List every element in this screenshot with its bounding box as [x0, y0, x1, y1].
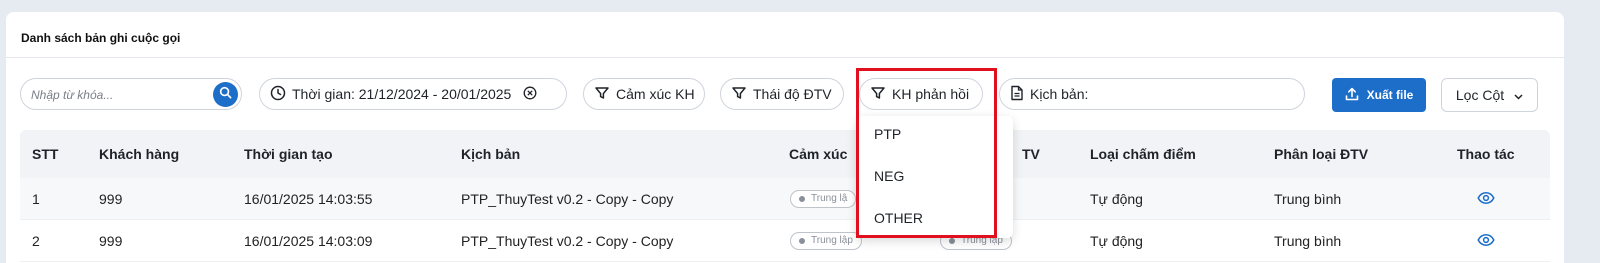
- script-filter-label: Kịch bản:: [1030, 86, 1089, 102]
- view-icon[interactable]: [1477, 233, 1495, 252]
- cell-customer: 999: [99, 191, 123, 207]
- table-row: 1 999 16/01/2025 14:03:55 PTP_ThuyTest v…: [20, 178, 1550, 220]
- call-records-card: Danh sách bản ghi cuộc gọi Thời gian: 21…: [6, 12, 1564, 263]
- header-stt: STT: [32, 146, 59, 162]
- filter-icon: [594, 85, 616, 104]
- divider: [6, 57, 1564, 58]
- view-icon[interactable]: [1477, 191, 1495, 210]
- chevron-down-icon: [1504, 87, 1523, 103]
- header-script: Kịch bản: [461, 146, 521, 162]
- header-scoring-type: Loại chấm điểm: [1090, 146, 1196, 162]
- export-file-label: Xuất file: [1366, 88, 1414, 102]
- search-icon: [219, 86, 232, 104]
- time-range-label: Thời gian: 21/12/2024 - 20/01/2025: [292, 86, 512, 102]
- search-button[interactable]: [213, 82, 238, 107]
- cell-stt: 1: [32, 191, 40, 207]
- header-emotion: Cảm xúc: [789, 146, 848, 162]
- filter-icon: [870, 85, 892, 104]
- cell-scoring-type: Tự động: [1090, 233, 1143, 249]
- cell-script: PTP_ThuyTest v0.2 - Copy - Copy: [461, 191, 674, 207]
- header-customer: Khách hàng: [99, 146, 180, 162]
- attitude-filter[interactable]: Thái độ ĐTV: [720, 78, 844, 110]
- column-filter-label: Lọc Cột: [1455, 87, 1505, 103]
- header-actions: Thao tác: [1457, 146, 1515, 162]
- dropdown-option-ptp[interactable]: PTP: [874, 126, 901, 142]
- header-created-time: Thời gian tạo: [244, 146, 333, 162]
- emotion-badge: Trung lập: [790, 232, 862, 250]
- clear-icon[interactable]: [523, 86, 543, 103]
- cell-created-time: 16/01/2025 14:03:55: [244, 191, 373, 207]
- search-input[interactable]: [31, 86, 201, 104]
- upload-icon: [1345, 87, 1367, 104]
- document-icon: [1010, 85, 1030, 104]
- script-filter[interactable]: Kịch bản:: [999, 78, 1305, 110]
- feedback-filter[interactable]: KH phản hồi: [859, 78, 983, 110]
- attitude-filter-label: Thái độ ĐTV: [753, 86, 832, 102]
- emotion-filter[interactable]: Cảm xúc KH: [583, 78, 705, 110]
- header-attitude: TV: [1022, 146, 1040, 162]
- emotion-filter-label: Cảm xúc KH: [616, 86, 695, 102]
- filter-icon: [731, 85, 753, 104]
- search-box: [20, 78, 242, 110]
- dropdown-option-neg[interactable]: NEG: [874, 168, 904, 184]
- dropdown-option-other[interactable]: OTHER: [874, 210, 923, 226]
- card-title: Danh sách bản ghi cuộc gọi: [21, 31, 181, 45]
- feedback-filter-label: KH phản hồi: [892, 86, 970, 102]
- cell-agent-classification: Trung bình: [1274, 233, 1342, 249]
- table-header: STT Khách hàng Thời gian tạo Kịch bản Cả…: [20, 130, 1550, 178]
- header-agent-classification: Phân loại ĐTV: [1274, 146, 1369, 162]
- cell-stt: 2: [32, 233, 40, 249]
- clock-icon: [270, 85, 292, 104]
- cell-agent-classification: Trung bình: [1274, 191, 1342, 207]
- export-file-button[interactable]: Xuất file: [1332, 78, 1426, 112]
- emotion-badge: Trung lậ: [790, 190, 857, 208]
- column-filter-dropdown[interactable]: Lọc Cột: [1441, 78, 1538, 112]
- cell-script: PTP_ThuyTest v0.2 - Copy - Copy: [461, 233, 674, 249]
- table-row: 2 999 16/01/2025 14:03:09 PTP_ThuyTest v…: [20, 220, 1550, 262]
- cell-scoring-type: Tự động: [1090, 191, 1143, 207]
- call-records-table: STT Khách hàng Thời gian tạo Kịch bản Cả…: [20, 130, 1550, 262]
- time-range-filter[interactable]: Thời gian: 21/12/2024 - 20/01/2025: [259, 78, 567, 110]
- cell-created-time: 16/01/2025 14:03:09: [244, 233, 373, 249]
- feedback-dropdown-menu: PTP NEG OTHER: [856, 116, 1013, 238]
- cell-customer: 999: [99, 233, 123, 249]
